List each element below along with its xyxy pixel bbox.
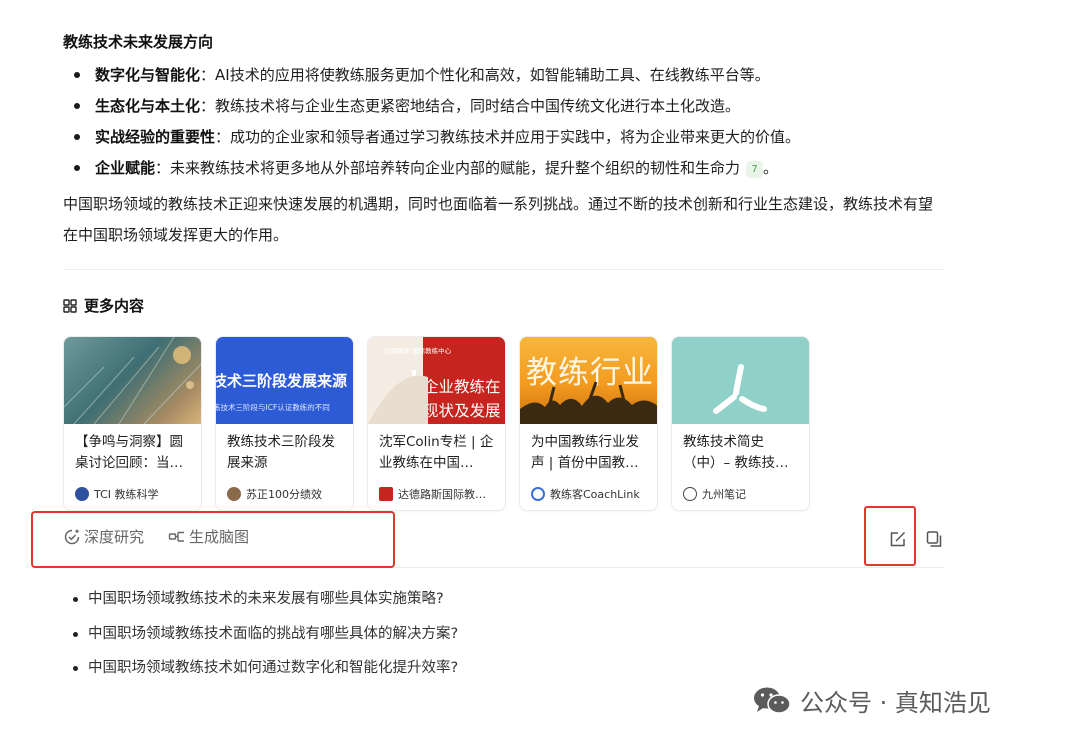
bullet-text: ：AI技术的应用将使教练服务更加个性化和高效，如智能辅助工具、在线教练平台等。: [200, 66, 770, 84]
card-source: 教练客CoachLink: [520, 476, 657, 502]
followup-text: 中国职场领域教练技术如何通过数字化和智能化提升效率?: [88, 660, 459, 676]
followup-questions: 中国职场领域教练技术的未来发展有哪些具体实施策略? 中国职场领域教练技术面临的挑…: [72, 584, 458, 688]
card-source-label: 苏正100分绩效: [246, 488, 322, 501]
card-thumbnail: 技术三阶段发展来源 练技术三阶段与ICF认证教练的不同: [216, 337, 353, 424]
card-source: 达德路斯国际教…: [368, 476, 505, 502]
watermark-text: 公众号 · 真知浩见: [800, 689, 991, 717]
source-logo-icon: [683, 487, 697, 501]
bullet-dot: [74, 165, 80, 171]
card-thumbnail: [672, 337, 809, 424]
card-title: 教练技术简史（中）– 教练技…: [683, 434, 789, 471]
summary-paragraph: 中国职场领域的教练技术正迎来快速发展的机遇期，同时也面临着一系列挑战。通过不断的…: [63, 195, 934, 244]
related-card[interactable]: 教练行业 为中国教练行业发声 | 首份中国教… 教练客CoachLink: [519, 336, 658, 511]
trefoil-logo-icon: [713, 364, 767, 414]
followup-text: 中国职场领域教练技术面临的挑战有哪些具体的解决方案?: [88, 625, 459, 642]
card-source-label: 达德路斯国际教…: [398, 488, 486, 501]
citation-badge[interactable]: 7: [746, 161, 764, 178]
bullet-dot: [73, 631, 78, 637]
divider: [63, 269, 945, 270]
curve-decoration: [368, 375, 428, 424]
related-card[interactable]: 技术三阶段发展来源 练技术三阶段与ICF认证教练的不同 教练技术三阶段发展来源 …: [215, 336, 354, 511]
edit-icon: [890, 531, 906, 547]
list-item: 数字化与智能化：AI技术的应用将使教练服务更加个性化和高效，如智能辅助工具、在线…: [63, 62, 945, 93]
card-source-label: 教练客CoachLink: [550, 488, 640, 501]
section-heading: 教练技术未来发展方向: [63, 33, 214, 51]
related-cards: 【争鸣与洞察】圆桌讨论回顾：当… TCI 教练科学 技术三阶段发展来源 练技术三…: [63, 336, 810, 511]
source-logo-icon: [75, 487, 89, 501]
followup-question[interactable]: 中国职场领域教练技术面临的挑战有哪些具体的解决方案?: [72, 619, 458, 654]
avatar: [227, 487, 241, 501]
card-thumbnail: [64, 337, 201, 424]
followup-text: 中国职场领域教练技术的未来发展有哪些具体实施策略?: [88, 591, 444, 607]
copy-button[interactable]: [923, 528, 945, 550]
source-logo-icon: [531, 487, 545, 501]
related-card[interactable]: 达德路斯 国际教练中心 企业教练在 现状及发展 沈军Colin专栏 | 企业教练…: [367, 336, 506, 511]
more-content-label: 更多内容: [84, 297, 145, 315]
card-title: 教练技术三阶段发展来源: [227, 434, 335, 471]
bullet-dot: [74, 134, 80, 140]
card-title: 为中国教练行业发声 | 首份中国教…: [531, 434, 639, 471]
thumb-text-main: 技术三阶段发展来源: [216, 372, 348, 390]
source-logo-icon: [379, 487, 393, 501]
abstract-lines-image: [64, 337, 201, 424]
card-title: 沈军Colin专栏 | 企业教练在中国…: [379, 434, 494, 471]
highlight-box-actions: [31, 511, 395, 568]
edit-button[interactable]: [887, 528, 909, 550]
card-source: 九州笔记: [672, 476, 809, 502]
bullet-text: ：成功的企业家和领导者通过学习教练技术并应用于实践中，将为企业带来更大的价值。: [215, 128, 801, 146]
bullet-bold-label: 生态化与本土化: [95, 97, 201, 115]
followup-question[interactable]: 中国职场领域教练技术如何通过数字化和智能化提升效率?: [72, 653, 458, 688]
followup-question[interactable]: 中国职场领域教练技术的未来发展有哪些具体实施策略?: [72, 584, 458, 619]
card-source: TCI 教练科学: [64, 476, 201, 502]
bullet-dot: [74, 72, 80, 78]
bullet-tail: 。: [763, 159, 779, 177]
bullet-dot: [73, 597, 78, 602]
bullet-text: ：教练技术将与企业生态更紧密地结合，同时结合中国传统文化进行本土化改造。: [200, 97, 741, 115]
crowd-silhouette-image: [520, 381, 657, 424]
copy-icon: [926, 531, 942, 547]
list-item: 企业赋能：未来教练技术将更多地从外部培养转向企业内部的赋能，提升整个组织的韧性和…: [63, 155, 945, 186]
bullet-bold-label: 数字化与智能化: [95, 66, 201, 84]
card-source-label: TCI 教练科学: [94, 488, 159, 501]
related-card[interactable]: 【争鸣与洞察】圆桌讨论回顾：当… TCI 教练科学: [63, 336, 202, 511]
bullet-dot: [74, 103, 80, 109]
bullet-bold-label: 实战经验的重要性: [95, 128, 216, 146]
list-item: 生态化与本土化：教练技术将与企业生态更紧密地结合，同时结合中国传统文化进行本土化…: [63, 93, 945, 124]
bullet-text: ：未来教练技术将更多地从外部培养转向企业内部的赋能，提升整个组织的韧性和生命力: [155, 159, 741, 177]
bullet-dot: [73, 666, 78, 671]
card-title: 【争鸣与洞察】圆桌讨论回顾：当…: [75, 434, 183, 471]
watermark: 公众号 · 真知浩见: [752, 683, 991, 718]
thumb-text-sub: 练技术三阶段与ICF认证教练的不同: [216, 403, 330, 412]
card-thumbnail: 教练行业: [520, 337, 657, 424]
grid-icon: [63, 298, 77, 313]
card-thumbnail: 达德路斯 国际教练中心 企业教练在 现状及发展: [368, 337, 505, 424]
related-card[interactable]: 教练技术简史（中）– 教练技… 九州笔记: [671, 336, 810, 511]
wechat-icon: [754, 687, 791, 714]
card-source: 苏正100分绩效: [216, 476, 353, 502]
bullet-bold-label: 企业赋能: [95, 159, 156, 177]
card-source-label: 九州笔记: [702, 488, 746, 501]
bullet-list: 数字化与智能化：AI技术的应用将使教练服务更加个性化和高效，如智能辅助工具、在线…: [63, 62, 945, 186]
list-item: 实战经验的重要性：成功的企业家和领导者通过学习教练技术并应用于实践中，将为企业带…: [63, 124, 945, 155]
more-content-title: 更多内容: [63, 295, 144, 316]
